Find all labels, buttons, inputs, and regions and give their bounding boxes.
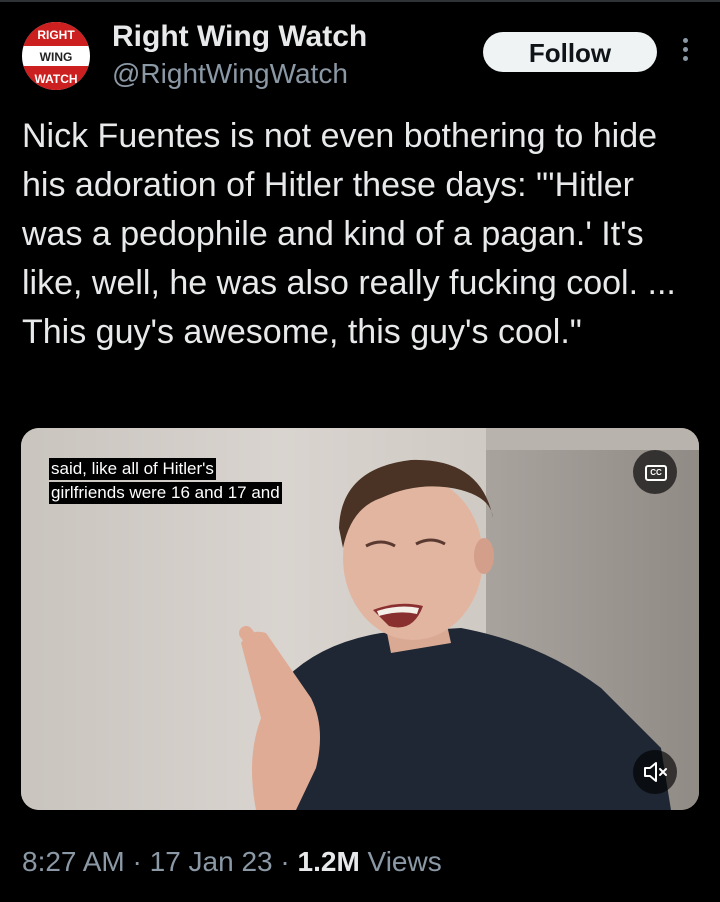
tweet-date[interactable]: 17 Jan 23 [150,846,273,877]
views-count[interactable]: 1.2M [298,846,360,877]
meta-separator: · [272,846,298,877]
display-name[interactable]: Right Wing Watch [112,20,367,54]
caption-line: said, like all of Hitler's [49,458,216,480]
video-player[interactable]: said, like all of Hitler's girlfriends w… [21,428,699,810]
video-caption: said, like all of Hitler's girlfriends w… [49,458,282,506]
volume-muted-icon [644,762,667,782]
more-vertical-icon[interactable] [676,38,694,66]
avatar-logo-text: RIGHT [37,28,75,42]
avatar[interactable]: RIGHT WING WATCH [22,22,90,90]
avatar-logo-text: WING [39,50,73,64]
meta-separator: · [124,846,150,877]
tweet-text: Nick Fuentes is not even bothering to hi… [22,117,676,351]
cc-icon: CC [645,465,667,481]
user-handle[interactable]: @RightWingWatch [112,58,348,90]
tweet-time[interactable]: 8:27 AM [22,846,125,877]
avatar-logo-text: WATCH [34,72,78,86]
views-label: Views [359,846,442,877]
tweet-meta: 8:27 AM · 17 Jan 23 · 1.2M Views [22,846,442,878]
top-divider [0,0,720,2]
follow-button[interactable]: Follow [483,32,657,72]
closed-captions-button[interactable]: CC [633,450,677,494]
mute-button[interactable] [633,750,677,794]
caption-line: girlfriends were 16 and 17 and [49,482,282,504]
